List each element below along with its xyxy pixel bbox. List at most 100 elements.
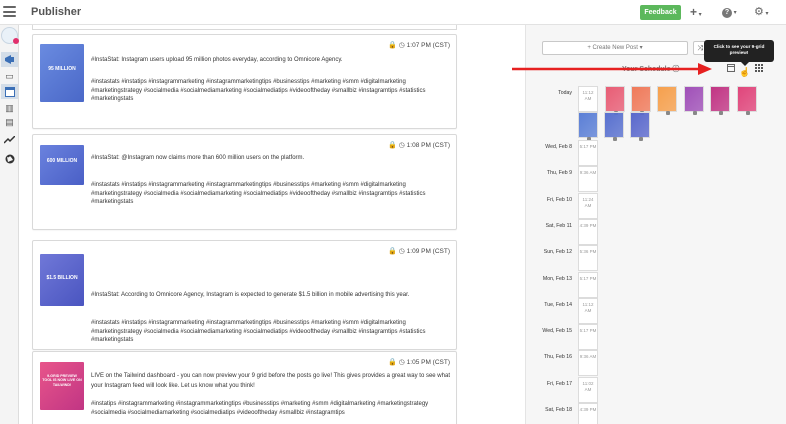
day-label: Fri, Feb 17 — [546, 380, 572, 387]
thumbnail-text: $1.5 BILLION — [46, 275, 78, 281]
time-slot[interactable]: 9:36 AM — [578, 350, 598, 377]
post-caption[interactable]: #InstaStat: @Instagram now claims more t… — [91, 154, 451, 162]
shuffle-icon: ⤨ — [697, 45, 703, 52]
post-caption[interactable]: #InstaStat: Instagram users upload 95 mi… — [91, 56, 451, 64]
menu-icon[interactable] — [3, 6, 16, 17]
account-avatar[interactable] — [1, 27, 19, 44]
plus-icon: + — [690, 5, 698, 19]
post-time-label: 1:08 PM (CST) — [406, 142, 450, 149]
time-slot[interactable]: 11:24 AM — [578, 192, 598, 219]
sidebar-item-inbox[interactable]: ▭ — [1, 69, 18, 84]
time-slot[interactable]: 5:17 PM — [578, 271, 598, 298]
clock-icon: ◷ — [398, 248, 405, 255]
post-thumbnail[interactable]: 9-GRID PREVIEW TOOL IS NOW LIVE ON TAILW… — [40, 362, 84, 410]
post-hashtags[interactable]: #instastats #instatips #instagrammarketi… — [91, 181, 451, 207]
gear-icon: ⚙ — [754, 6, 764, 18]
sidebar-item-drafts[interactable]: ▤ — [1, 115, 18, 130]
thumbnail-text: 600 MILLION — [46, 158, 78, 164]
globe-icon — [5, 154, 14, 164]
post-time[interactable]: 🔒 ◷ 1:05 PM (CST) — [388, 358, 450, 366]
hand-cursor-icon: ☝ — [739, 67, 751, 77]
post-time[interactable]: 🔒 ◷ 1:09 PM (CST) — [388, 247, 450, 255]
help-icon: ? — [722, 8, 732, 18]
sidebar-item-calendar[interactable] — [1, 84, 18, 99]
day-label: Tue, Feb 14 — [544, 301, 572, 308]
post-hashtags[interactable]: #instastats #instatips #instagrammarketi… — [91, 319, 451, 345]
lock-icon — [639, 137, 643, 141]
time-slot[interactable]: 4:39 PM — [578, 218, 598, 245]
post-thumbnail[interactable]: 600 MILLION — [40, 145, 84, 185]
feedback-button[interactable]: Feedback — [640, 5, 681, 20]
day-label: Mon, Feb 13 — [542, 275, 572, 282]
time-slot[interactable]: 5:36 PM — [578, 245, 598, 272]
post-thumbnail[interactable]: 95 MILLION — [40, 44, 84, 102]
lock-icon — [666, 111, 670, 115]
post-time[interactable]: 🔒 ◷ 1:08 PM (CST) — [388, 141, 450, 149]
time-slot[interactable]: 11:12 AM — [578, 297, 598, 324]
lock-icon — [613, 137, 617, 141]
scheduled-post-thumbnail[interactable] — [684, 86, 704, 115]
scheduled-post-thumbnail[interactable] — [631, 86, 651, 115]
add-menu-button[interactable]: + ▾ — [690, 5, 702, 19]
sidebar-item-publisher[interactable] — [1, 52, 18, 67]
post-caption[interactable]: #InstaStat: According to Omnicore Agency… — [91, 291, 451, 299]
post-card[interactable]: $1.5 BILLION 🔒 ◷ 1:09 PM (CST) #InstaSta… — [32, 240, 457, 350]
settings-menu-button[interactable]: ⚙ ▾ — [754, 5, 769, 19]
time-slot[interactable]: 5:17 PM — [578, 324, 598, 351]
lock-icon — [693, 111, 697, 115]
post-thumbnail[interactable]: $1.5 BILLION — [40, 254, 84, 306]
post-card[interactable]: 600 MILLION 🔒 ◷ 1:08 PM (CST) #InstaStat… — [32, 134, 457, 230]
left-sidebar: ▭ ▥ ▤ — [0, 25, 19, 424]
chevron-down-icon: ▾ — [732, 10, 737, 16]
time-slot[interactable]: 5:17 PM — [578, 140, 598, 166]
day-label: Wed, Feb 15 — [542, 328, 572, 335]
post-time-label: 1:05 PM (CST) — [406, 359, 450, 366]
sidebar-item-explore[interactable] — [1, 152, 18, 167]
red-arrow-annotation — [512, 63, 712, 75]
day-label: Sun, Feb 12 — [543, 249, 572, 256]
day-label: Today — [558, 90, 572, 96]
lock-icon: 🔒 — [388, 42, 397, 49]
create-new-post-button[interactable]: + Create New Post ▾ — [542, 41, 688, 55]
calendar-icon — [4, 87, 15, 97]
scheduled-post-thumbnail[interactable] — [710, 86, 730, 115]
thumbnail-text: 9-GRID PREVIEW TOOL IS NOW LIVE ON TAILW… — [42, 374, 82, 387]
time-slot[interactable]: 4:39 PM — [578, 403, 598, 424]
sidebar-item-insights[interactable] — [1, 133, 18, 148]
post-hashtags[interactable]: #instatips #instagrammarketing #instagra… — [91, 400, 451, 417]
time-slot[interactable]: 9:36 AM — [578, 166, 598, 193]
lock-icon: 🔒 — [388, 248, 397, 255]
time-slot[interactable]: 11:02 AM — [578, 376, 598, 403]
scheduled-post-thumbnail[interactable] — [604, 112, 624, 141]
post-card[interactable]: 9-GRID PREVIEW TOOL IS NOW LIVE ON TAILW… — [32, 351, 457, 424]
lock-icon — [746, 111, 750, 115]
lock-icon: 🔒 — [388, 359, 397, 366]
day-label: Sat, Feb 11 — [545, 222, 572, 229]
clock-icon: ◷ — [398, 42, 405, 49]
chevron-down-icon: ▾ — [697, 12, 702, 18]
scheduled-post-thumbnail[interactable] — [578, 112, 598, 141]
thumbnail-text: 95 MILLION — [48, 66, 76, 72]
scheduled-post-thumbnail[interactable] — [605, 86, 625, 115]
scheduled-post-thumbnail[interactable] — [737, 86, 757, 115]
lock-icon: 🔒 — [388, 142, 397, 149]
post-feed[interactable]: 95 MILLION 🔒 ◷ 1:07 PM (CST) #InstaStat:… — [30, 25, 460, 424]
trend-chart-icon — [3, 135, 16, 144]
time-slot[interactable]: 11:12 AM — [578, 86, 598, 112]
sidebar-item-buildings[interactable]: ▥ — [1, 101, 18, 116]
post-card[interactable]: 95 MILLION 🔒 ◷ 1:07 PM (CST) #InstaStat:… — [32, 34, 457, 129]
help-menu-button[interactable]: ? ▾ — [722, 5, 737, 19]
inbox-icon: ▭ — [5, 71, 14, 81]
post-caption[interactable]: LIVE on the Tailwind dashboard - you can… — [91, 371, 451, 391]
calendar-view-icon[interactable] — [727, 64, 735, 72]
clock-icon: ◷ — [398, 359, 405, 366]
scheduled-post-thumbnail[interactable] — [657, 86, 677, 115]
grid-preview-icon[interactable] — [755, 64, 763, 72]
post-time-label: 1:07 PM (CST) — [406, 42, 450, 49]
post-hashtags[interactable]: #instastats #instatips #instagrammarketi… — [91, 78, 451, 104]
scheduled-post-thumbnail[interactable] — [630, 112, 650, 141]
day-label: Sat, Feb 18 — [545, 407, 572, 413]
day-label: Thu, Feb 16 — [544, 354, 572, 361]
post-time[interactable]: 🔒 ◷ 1:07 PM (CST) — [388, 41, 450, 49]
megaphone-icon — [4, 55, 14, 64]
